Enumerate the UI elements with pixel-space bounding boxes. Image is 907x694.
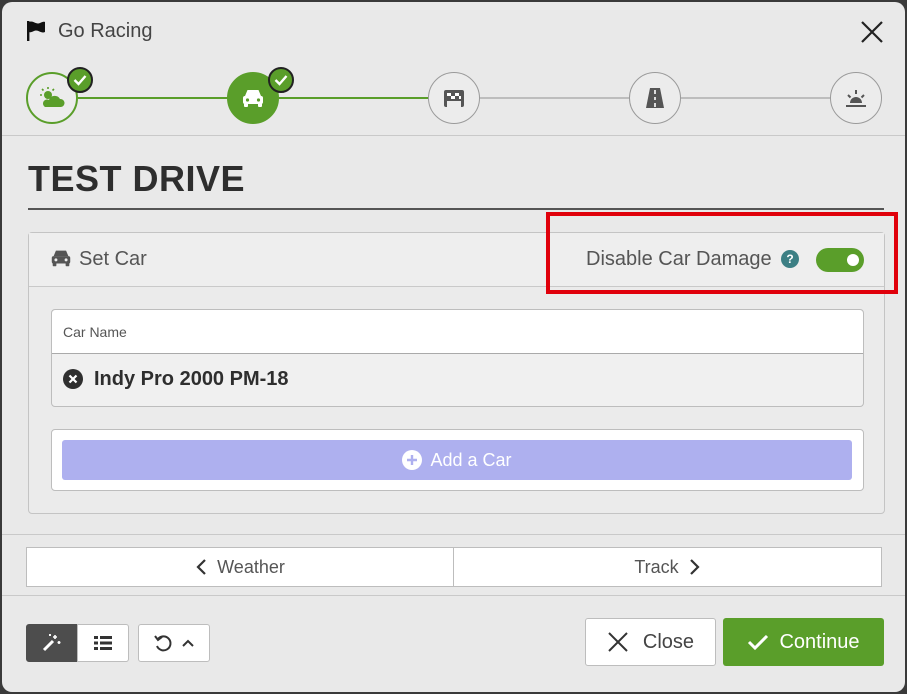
step-connector (279, 97, 429, 99)
car-table: Car Name Indy Pro 2000 PM-18 (51, 309, 864, 407)
chevron-right-icon (689, 559, 700, 575)
step-connector (480, 97, 630, 99)
car-icon (51, 250, 71, 267)
undo-icon (154, 635, 172, 652)
previous-step-button[interactable]: Weather (26, 547, 454, 587)
step-connector (78, 97, 228, 99)
step-complete-check-icon (268, 67, 294, 93)
set-car-label: Set Car (79, 248, 147, 270)
list-mode-button[interactable] (77, 624, 129, 662)
car-table-header: Car Name (52, 310, 863, 354)
check-icon (748, 634, 769, 651)
continue-button[interactable]: Continue (723, 618, 884, 666)
step-review[interactable] (830, 72, 882, 124)
close-button-label: Close (642, 630, 695, 653)
dialog-title: Go Racing (58, 20, 153, 42)
chevron-left-icon (196, 559, 206, 575)
step-connector (681, 97, 831, 99)
go-racing-dialog: Go Racing TEST DRIVE Set Car Disable Car… (2, 2, 905, 692)
add-car-container: Add a Car (51, 429, 864, 491)
close-icon[interactable] (860, 20, 884, 44)
add-car-button[interactable]: Add a Car (62, 440, 852, 480)
car-name-column-header: Car Name (63, 324, 127, 340)
checkered-gate-icon (444, 90, 464, 107)
dialog-header: Go Racing (2, 2, 905, 60)
weather-icon (40, 87, 65, 107)
list-icon (94, 636, 112, 650)
flag-icon (27, 21, 45, 41)
magic-mode-button[interactable] (26, 624, 78, 662)
sunrise-icon (846, 90, 866, 107)
magic-wand-icon (42, 634, 61, 652)
step-complete-check-icon (67, 67, 93, 93)
step-session[interactable] (428, 72, 480, 124)
step-track[interactable] (629, 72, 681, 124)
undo-menu-button[interactable] (138, 624, 210, 662)
highlight-box (546, 212, 898, 294)
add-car-label: Add a Car (430, 449, 512, 470)
car-name-value: Indy Pro 2000 PM-18 (94, 368, 289, 390)
remove-car-icon[interactable] (63, 369, 83, 389)
step-navigation: Weather Track (2, 534, 905, 596)
close-button[interactable]: Close (585, 618, 716, 666)
chevron-up-icon (182, 639, 194, 647)
next-step-button[interactable]: Track (453, 547, 882, 587)
continue-button-label: Continue (779, 630, 860, 653)
page-title: TEST DRIVE (28, 158, 246, 199)
heading-divider (28, 208, 884, 210)
road-icon (646, 88, 664, 108)
wizard-stepper (2, 60, 905, 136)
car-icon (243, 90, 263, 107)
plus-circle-icon (402, 450, 423, 470)
close-icon (608, 632, 628, 652)
next-step-label: Track (634, 556, 679, 577)
previous-step-label: Weather (217, 556, 285, 577)
